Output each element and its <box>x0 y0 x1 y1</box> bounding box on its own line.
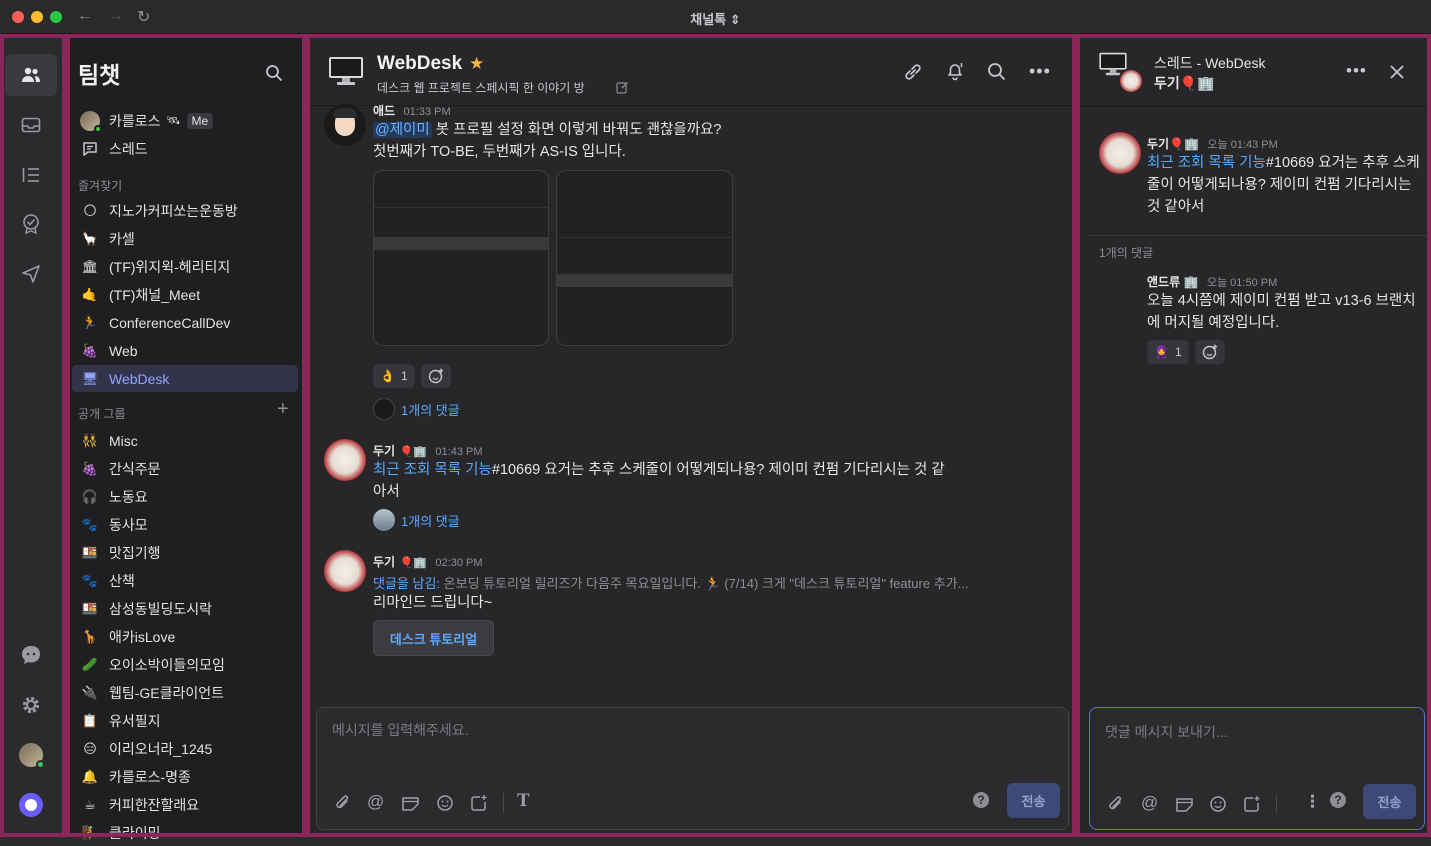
window-title[interactable]: 채널톡 ⇕ <box>0 9 1431 28</box>
rail-frame <box>0 34 66 837</box>
title-bar: ← → ↻ 채널톡 ⇕ <box>0 0 1431 34</box>
sidebar-frame <box>66 34 306 837</box>
main-frame <box>306 34 1076 837</box>
thread-frame <box>1076 34 1431 837</box>
